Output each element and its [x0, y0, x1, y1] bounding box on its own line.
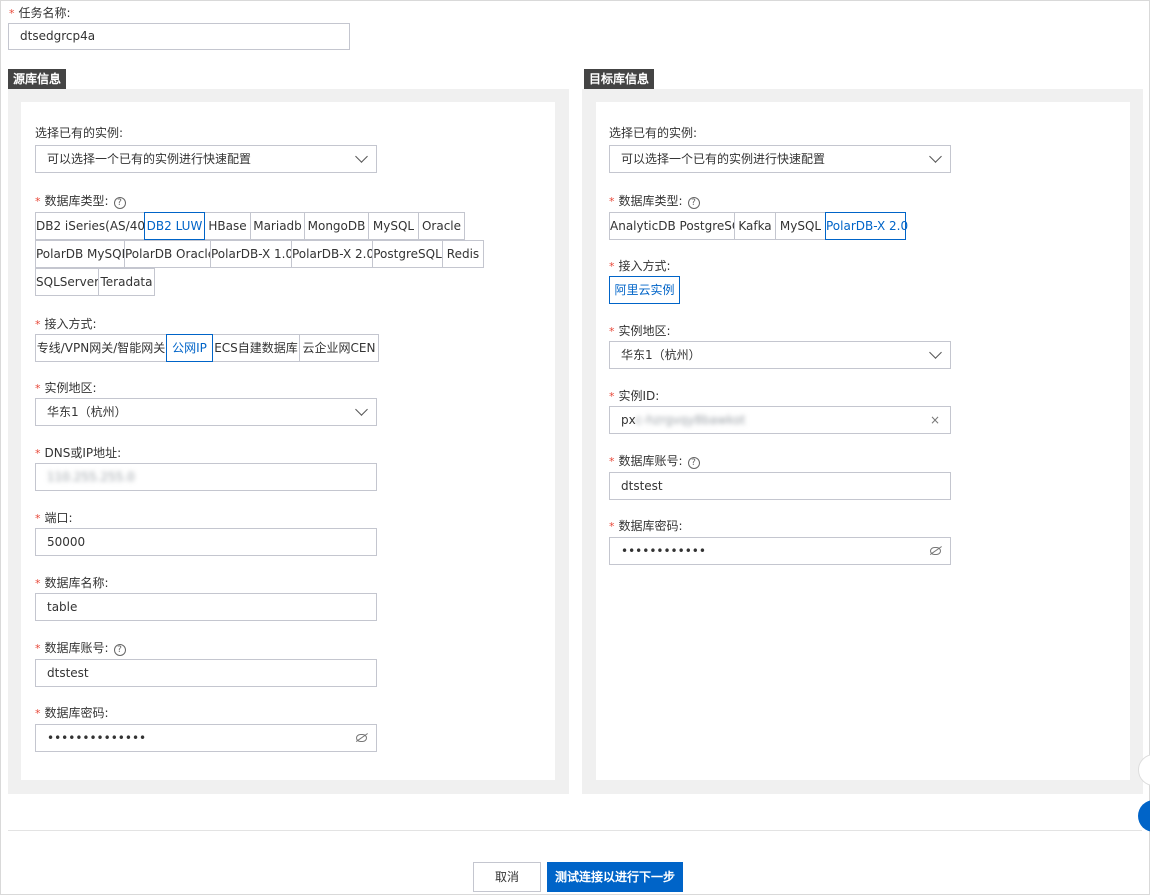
target-access-label: * 接入方式:	[609, 259, 671, 273]
target-account-input[interactable]: dtstest	[609, 472, 951, 500]
source-db-option-db2-luw[interactable]: DB2 LUW	[144, 212, 205, 240]
chevron-down-icon	[929, 346, 942, 359]
chevron-down-icon	[929, 150, 942, 163]
source-db-option-mysql[interactable]: MySQL	[368, 212, 419, 240]
clear-icon[interactable]: ×	[930, 407, 940, 433]
target-password-input[interactable]: ••••••••••••	[609, 537, 951, 565]
source-db-option-sqlserver[interactable]: SQLServer	[35, 268, 99, 296]
help-icon[interactable]: ?	[113, 644, 126, 656]
target-instance-select[interactable]: 可以选择一个已有的实例进行快速配置	[609, 145, 951, 173]
chevron-down-icon	[355, 403, 368, 416]
help-icon[interactable]: ?	[113, 197, 126, 209]
source-db-option-polardb-oracle[interactable]: PolarDB Oracle	[124, 240, 215, 268]
source-db-option-polardb-mysql[interactable]: PolarDB MySQL	[35, 240, 128, 268]
target-region-label: * 实例地区:	[609, 324, 671, 338]
source-instance-select[interactable]: 可以选择一个已有的实例进行快速配置	[35, 145, 377, 173]
source-port-input[interactable]: 50000	[35, 528, 377, 556]
source-access-option-public-ip[interactable]: 公网IP	[166, 334, 213, 362]
target-db-option-analyticdb[interactable]: AnalyticDB PostgreSQL	[609, 212, 748, 240]
source-db-option-polardb-x2[interactable]: PolarDB-X 2.0	[291, 240, 374, 268]
target-instance-id-input[interactable]: pxc-hzrgvqy8bawkot ×	[609, 406, 951, 434]
target-db-type-label: * 数据库类型:?	[609, 192, 700, 209]
source-account-input[interactable]: dtstest	[35, 659, 377, 687]
source-dns-label: * DNS或IP地址:	[35, 446, 122, 460]
target-db-option-polardb-x2[interactable]: PolarDB-X 2.0	[825, 212, 908, 240]
source-access-option-cen[interactable]: 云企业网CEN	[299, 334, 379, 362]
cancel-button[interactable]: 取消	[473, 862, 541, 892]
target-instance-label: 选择已有的实例:	[609, 126, 698, 140]
target-region-select[interactable]: 华东1（杭州）	[609, 341, 951, 369]
source-db-type-label: * 数据库类型:?	[35, 192, 126, 209]
test-connection-next-button[interactable]: 测试连接以进行下一步	[547, 862, 683, 892]
task-name-label: * 任务名称:	[9, 6, 71, 20]
eye-hidden-icon[interactable]	[356, 734, 367, 742]
source-db-name-label: * 数据库名称:	[35, 576, 109, 590]
source-access-label: * 接入方式:	[35, 317, 97, 331]
source-db-option-mariadb[interactable]: Mariadb	[250, 212, 305, 240]
source-instance-label: 选择已有的实例:	[35, 126, 124, 140]
source-password-label: * 数据库密码:	[35, 706, 109, 720]
source-db-option-redis[interactable]: Redis	[442, 240, 484, 268]
source-access-option-ecs[interactable]: ECS自建数据库	[212, 334, 300, 362]
help-icon[interactable]: ?	[687, 457, 700, 469]
source-db-name-input[interactable]: table	[35, 593, 377, 621]
source-db-option-db2-iseries[interactable]: DB2 iSeries(AS/400)	[35, 212, 157, 240]
source-region-label: * 实例地区:	[35, 381, 97, 395]
chevron-down-icon	[355, 150, 368, 163]
task-name-input[interactable]: dtsedgrcp4a	[8, 23, 350, 50]
target-access-option-aliyun[interactable]: 阿里云实例	[609, 276, 680, 304]
source-section-title: 源库信息	[8, 69, 67, 89]
source-account-label: * 数据库账号:?	[35, 639, 126, 656]
target-db-option-mysql[interactable]: MySQL	[775, 212, 826, 240]
source-port-label: * 端口:	[35, 511, 73, 525]
source-db-option-teradata[interactable]: Teradata	[98, 268, 155, 296]
target-section-title: 目标库信息	[584, 69, 655, 89]
source-db-option-mongodb[interactable]: MongoDB	[304, 212, 369, 240]
source-db-option-hbase[interactable]: HBase	[204, 212, 251, 240]
source-password-input[interactable]: ••••••••••••••	[35, 724, 377, 752]
footer-divider	[8, 830, 1142, 831]
target-password-label: * 数据库密码:	[609, 519, 683, 533]
target-account-label: * 数据库账号:?	[609, 452, 700, 469]
source-db-option-postgresql[interactable]: PostgreSQL	[372, 240, 443, 268]
source-region-select[interactable]: 华东1（杭州）	[35, 398, 377, 426]
source-dns-input[interactable]: 110.255.255.0	[35, 463, 377, 491]
source-access-option-vpn[interactable]: 专线/VPN网关/智能网关	[35, 334, 167, 362]
target-instance-id-label: * 实例ID:	[609, 389, 660, 403]
eye-hidden-icon[interactable]	[930, 547, 941, 555]
source-db-option-oracle[interactable]: Oracle	[418, 212, 465, 240]
target-db-option-kafka[interactable]: Kafka	[734, 212, 776, 240]
source-db-option-polardb-x1[interactable]: PolarDB-X 1.0	[210, 240, 293, 268]
help-icon[interactable]: ?	[687, 197, 700, 209]
